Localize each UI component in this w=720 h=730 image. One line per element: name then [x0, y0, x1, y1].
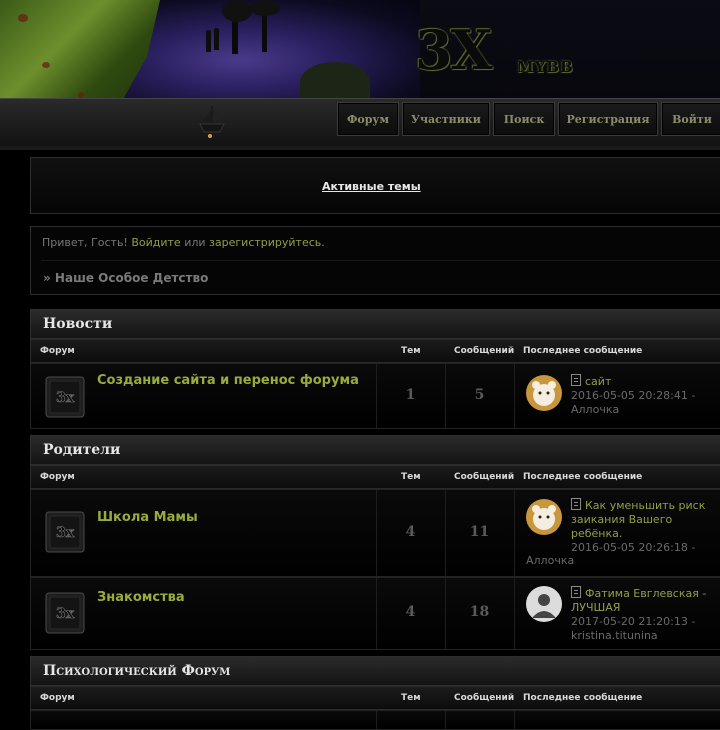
nav-members[interactable]: Участники — [402, 102, 490, 136]
column-forum: Форум — [40, 693, 75, 703]
or-text: или — [184, 236, 206, 249]
forum-link[interactable]: Создание сайта и перенос форума — [97, 373, 359, 388]
category-title-news[interactable]: Новости — [30, 309, 720, 339]
forum-status-icon: 3x — [45, 592, 85, 634]
last-post-date: 2016-05-05 20:26:18 - — [571, 541, 696, 554]
column-header-row: Форум Тем Сообщений Последнее сообщение — [30, 465, 720, 489]
nav-forum[interactable]: Форум — [337, 102, 399, 136]
forum-posts-count: 18 — [469, 604, 490, 620]
navigation-bar-shadow — [0, 146, 720, 150]
forum-row: 3x Знакомства 4 18 Фатима Евглевская - Л… — [30, 577, 720, 650]
column-last-post: Последнее сообщение — [523, 472, 643, 482]
last-post-author[interactable]: Аллочка — [571, 403, 695, 417]
site-logo-subtitle: MYBB — [517, 58, 574, 76]
forum-status-icon: 3x — [45, 376, 85, 418]
forum-row — [30, 710, 720, 730]
last-post-info: Как уменьшить риск заикания Вашего ребён… — [571, 498, 705, 555]
leaf-stain — [42, 62, 50, 68]
leaf-stain — [18, 14, 28, 22]
column-posts: Сообщений — [454, 472, 515, 482]
user-avatar[interactable] — [526, 375, 562, 411]
forum-status-icon: 3x — [45, 511, 85, 553]
category-title-parents[interactable]: Родители — [30, 435, 720, 465]
last-post-author[interactable]: kristina.titunina — [571, 629, 706, 643]
person-silhouette — [206, 30, 211, 52]
column-divider — [514, 711, 515, 729]
column-forum: Форум — [40, 346, 75, 356]
welcome-line: Привет, Гость! Войдите или зарегистрируй… — [42, 236, 325, 249]
last-post-link-cont[interactable]: заикания Вашего — [571, 513, 705, 527]
column-header-row: Форум Тем Сообщений Последнее сообщение — [30, 339, 720, 363]
welcome-box: Привет, Гость! Войдите или зарегистрируй… — [30, 226, 720, 295]
hill-illustration — [300, 62, 370, 102]
document-icon — [571, 586, 581, 598]
column-posts: Сообщений — [454, 346, 515, 356]
ship-icon — [199, 106, 225, 138]
greeting-text: Привет, Гость! — [42, 236, 128, 249]
column-topics: Тем — [401, 346, 421, 356]
forum-link[interactable]: Знакомства — [97, 590, 185, 605]
nav-login[interactable]: Войти — [661, 102, 720, 136]
column-divider — [445, 711, 446, 729]
last-post-link-cont[interactable]: ребёнка. — [571, 527, 705, 541]
forum-link[interactable]: Школа Мамы — [97, 510, 198, 525]
breadcrumb[interactable]: » Наше Особое Детство — [43, 271, 208, 285]
last-post-link[interactable]: Фатима Евглевская - — [585, 587, 706, 600]
svg-text:3x: 3x — [56, 525, 75, 541]
column-divider — [514, 364, 515, 428]
forum-row: 3x Создание сайта и перенос форума 1 5 с… — [30, 363, 720, 429]
column-last-post: Последнее сообщение — [523, 693, 643, 703]
category-title-psychology[interactable]: Психологический Форум — [30, 656, 720, 686]
forum-topics-count: 1 — [405, 387, 416, 403]
user-avatar[interactable] — [526, 586, 562, 622]
column-posts: Сообщений — [454, 693, 515, 703]
column-divider — [376, 711, 377, 729]
column-divider — [514, 490, 515, 576]
document-icon — [571, 498, 581, 510]
login-link[interactable]: Войдите — [131, 236, 180, 249]
forum-topics-count: 4 — [405, 524, 416, 540]
column-divider — [514, 578, 515, 649]
forum-row: 3x Школа Мамы 4 11 Как уменьшить риск за… — [30, 489, 720, 577]
last-post-link[interactable]: сайт — [585, 375, 611, 388]
last-post-link[interactable]: Как уменьшить риск — [585, 499, 705, 512]
nav-register[interactable]: Регистрация — [558, 102, 658, 136]
last-post-info: Фатима Евглевская - ЛУЧШАЯ 2017-05-20 21… — [571, 586, 706, 643]
document-icon — [571, 374, 581, 386]
forum-posts-count: 5 — [474, 387, 485, 403]
last-post-date: 2016-05-05 20:28:41 - — [571, 389, 696, 402]
svg-text:3x: 3x — [56, 606, 75, 622]
last-post-date: 2017-05-20 21:20:13 - — [571, 615, 696, 628]
user-avatar[interactable] — [526, 499, 562, 535]
column-forum: Форум — [40, 472, 75, 482]
svg-text:3x: 3x — [56, 390, 75, 406]
active-topics-box: Активные темы — [30, 157, 720, 214]
site-logo[interactable]: 3X — [415, 18, 492, 82]
column-header-row: Форум Тем Сообщений Последнее сообщение — [30, 686, 720, 710]
active-topics-link[interactable]: Активные темы — [322, 180, 421, 193]
column-last-post: Последнее сообщение — [523, 346, 643, 356]
divider — [41, 260, 720, 261]
register-link[interactable]: зарегистрируйтесь. — [209, 236, 325, 249]
tree-crown-illustration — [250, 0, 280, 16]
last-post-info: сайт 2016-05-05 20:28:41 - Аллочка — [571, 374, 695, 417]
last-post-link-cont[interactable]: ЛУЧШАЯ — [571, 601, 706, 615]
column-topics: Тем — [401, 693, 421, 703]
forum-topics-count: 4 — [405, 604, 416, 620]
forum-posts-count: 11 — [469, 524, 490, 540]
nav-search[interactable]: Поиск — [493, 102, 555, 136]
last-post-author[interactable]: Аллочка — [526, 554, 574, 568]
person-silhouette — [214, 28, 219, 50]
column-topics: Тем — [401, 472, 421, 482]
tree-crown-illustration — [222, 0, 252, 22]
